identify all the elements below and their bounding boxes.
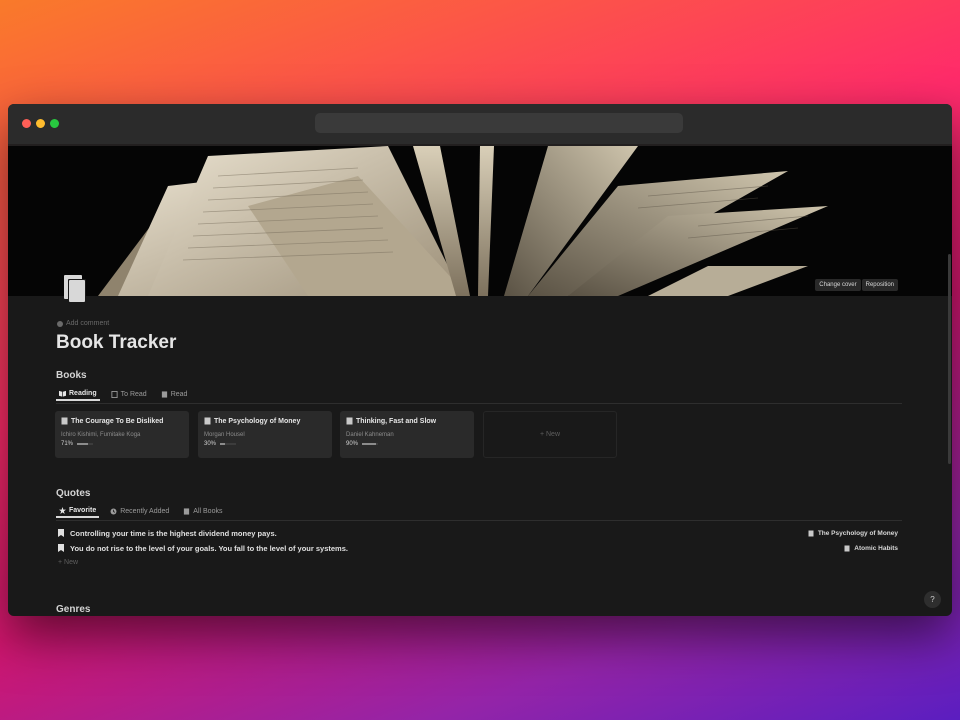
quote-source-title: The Psychology of Money	[817, 529, 898, 537]
progress-bar-fill	[220, 443, 225, 445]
book-progress: 71%	[61, 441, 183, 447]
book-card-title: Thinking, Fast and Slow	[346, 417, 468, 425]
book-title: The Psychology of Money	[214, 417, 301, 425]
quote-row[interactable]: Controlling your time is the highest div…	[58, 527, 898, 539]
progress-bar-fill	[362, 443, 377, 445]
page-documents-icon[interactable]	[60, 274, 90, 308]
progress-value: 71%	[61, 441, 74, 447]
tab-label: Recently Added	[120, 507, 170, 515]
book-author: Ichiro Kishimi, Fumitake Koga	[61, 432, 141, 438]
clock-icon	[110, 508, 117, 514]
book-progress: 90%	[346, 441, 468, 447]
maximize-window-button[interactable]	[50, 119, 59, 128]
tab-to-read[interactable]: To Read	[108, 387, 150, 401]
quote-source[interactable]: The Psychology of Money	[808, 530, 898, 537]
close-window-button[interactable]	[22, 119, 31, 128]
tab-recently-added[interactable]: Recently Added	[107, 504, 172, 518]
change-cover-button[interactable]: Change cover	[815, 279, 861, 291]
progress-bar	[77, 443, 94, 445]
progress-value: 30%	[204, 441, 217, 447]
open-book-pages-illustration	[98, 146, 828, 296]
book-card[interactable]: Thinking, Fast and Slow Daniel Kahneman …	[340, 411, 474, 458]
scrollbar-thumb[interactable]	[948, 254, 951, 464]
address-bar[interactable]	[315, 113, 683, 133]
books-tabs-divider	[56, 403, 902, 404]
progress-value: 90%	[346, 441, 359, 447]
tab-label: To Read	[120, 390, 147, 398]
book-icon	[61, 417, 68, 425]
tab-reading[interactable]: Reading	[56, 387, 100, 401]
genres-section-title[interactable]: Genres	[56, 604, 90, 615]
reposition-button[interactable]: Reposition	[861, 279, 898, 291]
new-book-button[interactable]: + New	[483, 411, 617, 458]
book-author: Morgan Housel	[204, 432, 245, 438]
book-author: Daniel Kahneman	[346, 432, 394, 438]
book-progress: 30%	[204, 441, 326, 447]
comment-icon	[57, 320, 63, 327]
book-title: The Courage To Be Disliked	[71, 417, 164, 425]
books-view-tabs: Reading To Read Read	[56, 387, 190, 401]
quotes-section-title[interactable]: Quotes	[56, 488, 90, 499]
tab-label: Read	[170, 390, 188, 398]
tab-label: All Books	[193, 507, 223, 515]
quote-text: You do not rise to the level of your goa…	[70, 543, 348, 553]
books-icon	[161, 390, 167, 398]
star-icon	[59, 506, 66, 514]
books-section-title[interactable]: Books	[56, 370, 87, 381]
book-icon	[204, 417, 211, 425]
open-book-icon	[59, 390, 66, 397]
bookmark-icon	[58, 544, 64, 552]
book-card-title: The Psychology of Money	[204, 417, 326, 425]
quotes-view-tabs: Favorite Recently Added All Books	[56, 504, 225, 518]
minimize-window-button[interactable]	[36, 119, 45, 128]
tab-favorite[interactable]: Favorite	[56, 504, 100, 518]
books-icon	[184, 507, 190, 515]
tab-all-books[interactable]: All Books	[180, 504, 225, 518]
new-quote-button[interactable]: + New	[58, 559, 78, 566]
page-title[interactable]: Book Tracker	[56, 332, 176, 354]
quote-row[interactable]: You do not rise to the level of your goa…	[58, 542, 898, 554]
browser-window: Change cover Reposition Add comment Book…	[8, 104, 952, 616]
book-card[interactable]: The Courage To Be Disliked Ichiro Kishim…	[55, 411, 189, 458]
tab-read[interactable]: Read	[158, 387, 191, 401]
progress-bar-fill	[77, 443, 89, 445]
book-card[interactable]: The Psychology of Money Morgan Housel 30…	[198, 411, 332, 458]
quote-source[interactable]: Atomic Habits	[844, 545, 898, 552]
closed-book-icon	[111, 390, 118, 398]
tab-label: Favorite	[69, 506, 97, 514]
progress-bar	[220, 443, 237, 445]
bookmark-icon	[58, 529, 64, 537]
tab-label: Reading	[69, 389, 97, 397]
add-comment-button[interactable]: Add comment	[57, 320, 109, 327]
progress-bar	[362, 443, 379, 445]
quote-source-title: Atomic Habits	[854, 544, 898, 552]
quote-text: Controlling your time is the highest div…	[70, 528, 277, 538]
book-icon	[808, 530, 814, 536]
help-button[interactable]: ?	[924, 591, 941, 608]
book-title: Thinking, Fast and Slow	[356, 417, 437, 425]
book-icon	[346, 417, 353, 425]
add-comment-label: Add comment	[66, 320, 110, 327]
book-card-title: The Courage To Be Disliked	[61, 417, 183, 425]
cover-image: Change cover Reposition	[8, 146, 952, 296]
quotes-tabs-divider	[56, 520, 902, 521]
title-bar	[8, 104, 952, 144]
book-icon	[844, 545, 850, 551]
cover-controls: Change cover Reposition	[815, 279, 898, 291]
